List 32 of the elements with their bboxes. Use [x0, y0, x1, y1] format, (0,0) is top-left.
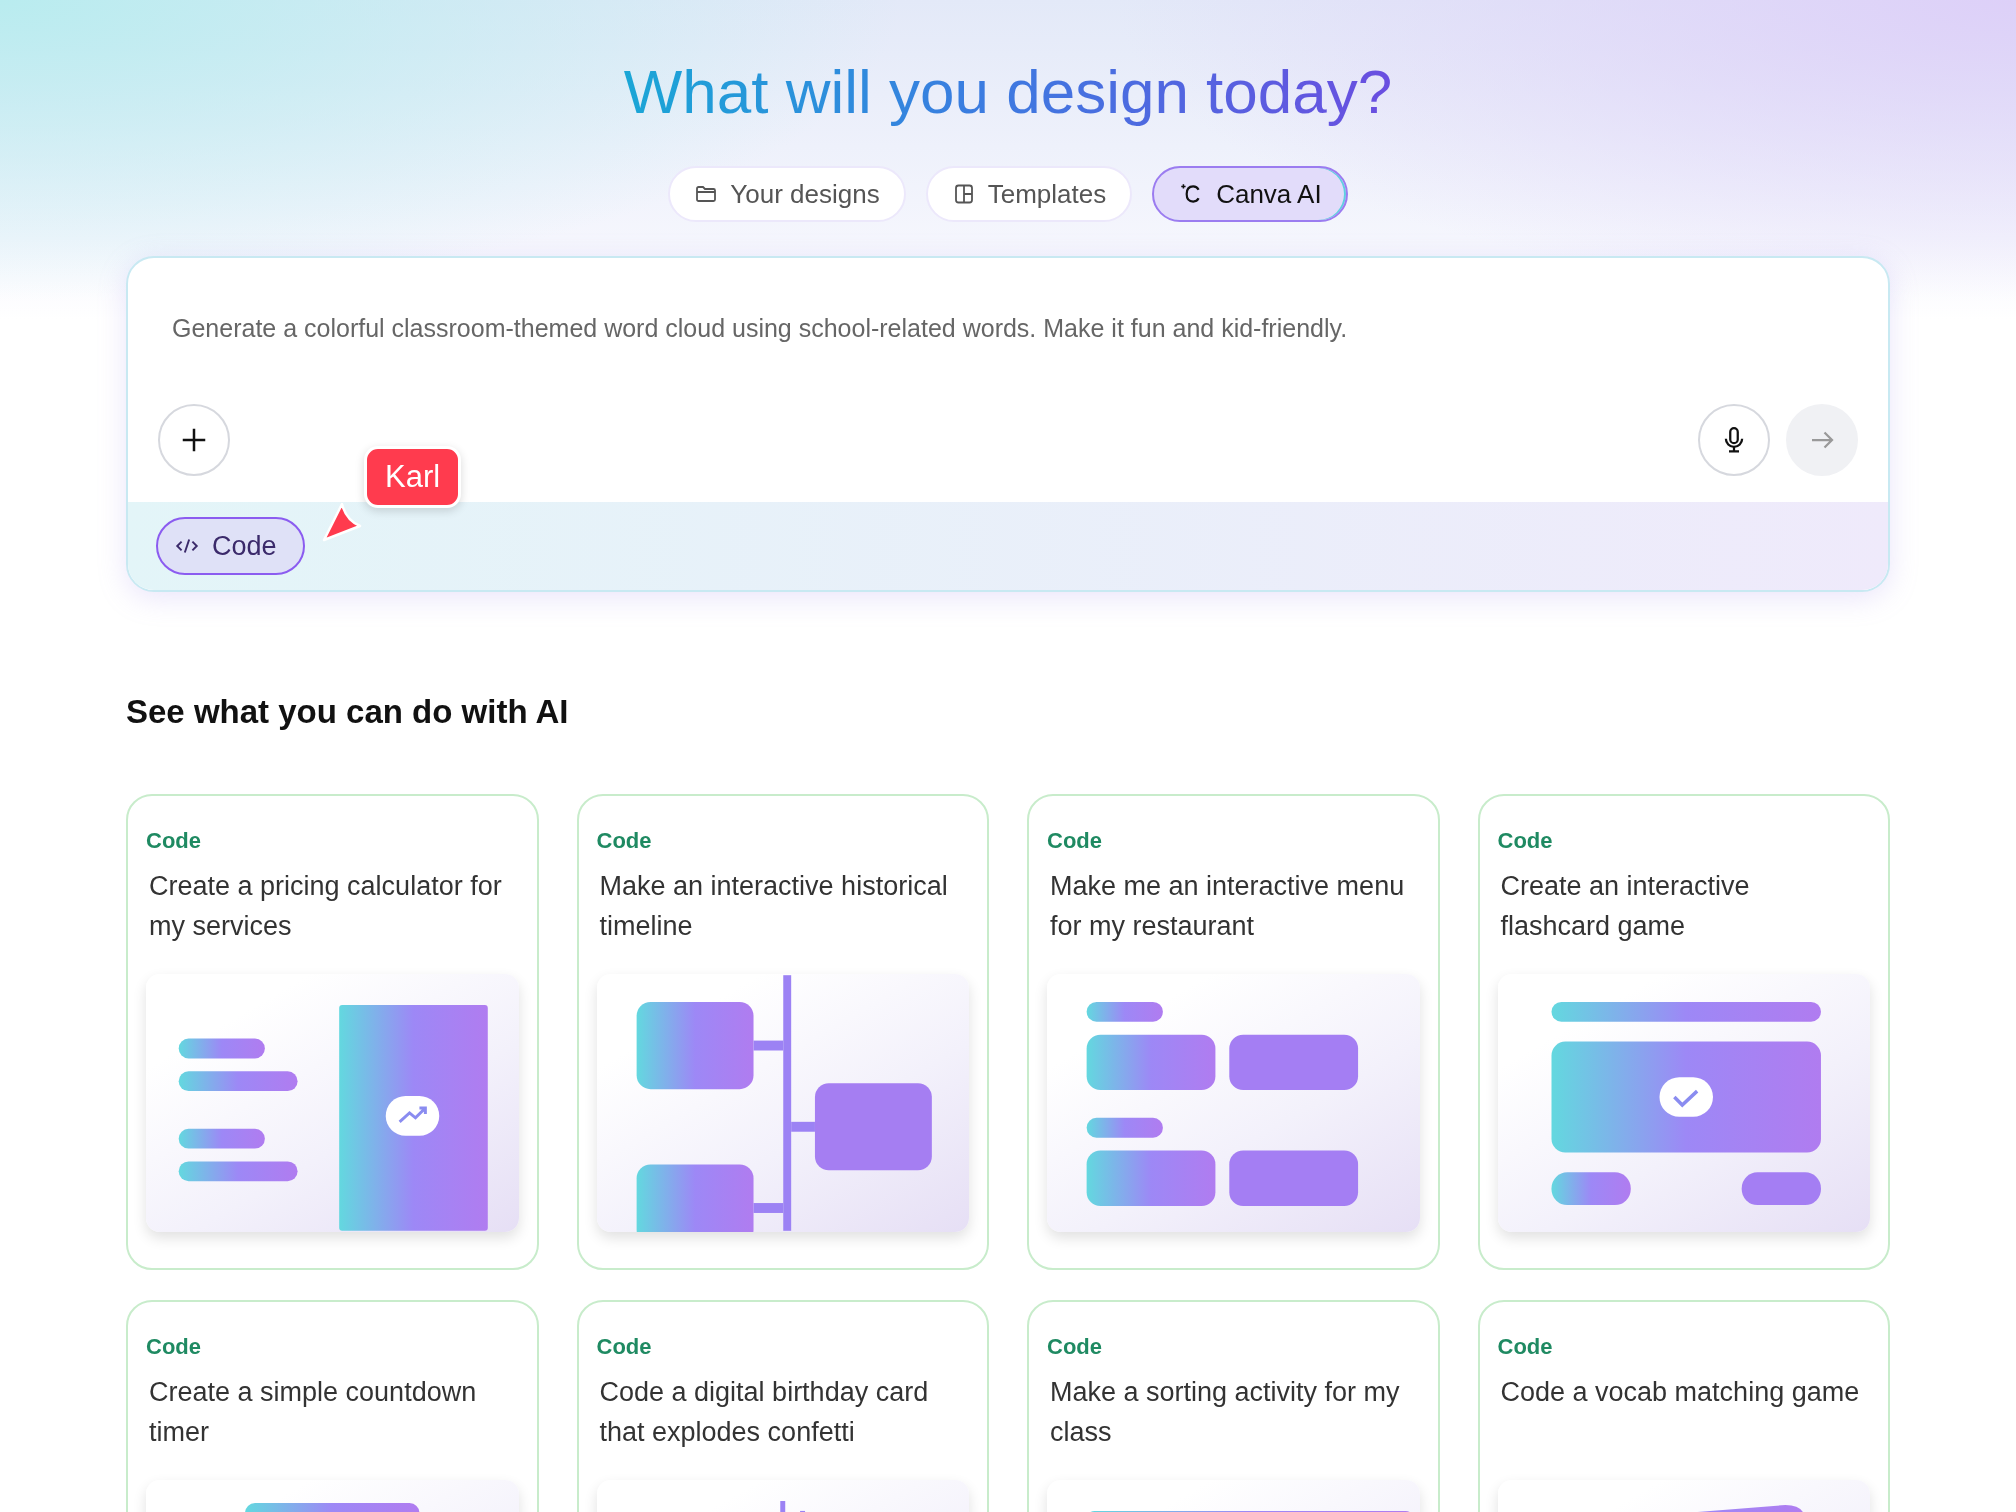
card-text: Create a pricing calculator for my services — [149, 870, 503, 943]
suggestion-card[interactable]: Code Make a sorting activity for my class — [1027, 1300, 1440, 1512]
card-tag: Code — [1497, 1332, 1870, 1362]
code-chip[interactable]: Code — [156, 517, 305, 575]
tab[interactable]: Your designs — [668, 166, 906, 222]
suggestion-card[interactable]: Code Create an interactive flashcard game — [1477, 794, 1890, 1270]
card-tag: Code — [596, 826, 969, 856]
prompt-field[interactable]: Generate a colorful classroom-themed word cloud using school-related words. Make it fun and kid-friendly. — [158, 314, 1858, 364]
card-tag: Code — [1047, 826, 1420, 856]
suggestion-card[interactable]: Code Make an interactive historical timeline — [576, 794, 989, 1270]
collaborator-name-tag: Karl — [364, 446, 462, 508]
suggestion-card[interactable]: Code Create a simple countdown timer — [126, 1300, 539, 1512]
tab[interactable]: Canva AI — [1152, 166, 1348, 222]
card-text: Code a vocab matching game — [1500, 1376, 1861, 1409]
card-tag: Code — [146, 826, 519, 856]
suggestion-card[interactable]: Code Code a vocab matching game — [1477, 1300, 1890, 1512]
card-tag: Code — [596, 1332, 969, 1362]
suggestion-card[interactable]: Code Create a pricing calculator for my services — [126, 794, 539, 1270]
card-text: Make a sorting activity for my class — [1050, 1376, 1401, 1449]
suggestion-card[interactable]: Code Code a digital birthday card that explodes confetti — [576, 1300, 989, 1512]
card-text: Make an interactive historical timeline — [599, 870, 949, 943]
card-text: Create an interactive flashcard game — [1500, 870, 1751, 943]
section-heading: See what you can do with AI — [126, 692, 570, 732]
card-text: Create a simple countdown timer — [149, 1376, 478, 1449]
card-tag: Code — [1047, 1332, 1420, 1362]
suggestion-card[interactable]: Code Make me an interactive menu for my restaurant — [1027, 794, 1440, 1270]
card-tag: Code — [146, 1332, 519, 1362]
card-tag: Code — [1497, 826, 1870, 856]
card-text: Code a digital birthday card that explodes confetti — [599, 1376, 930, 1449]
pointer-icon — [320, 500, 364, 544]
tab[interactable]: Templates — [925, 166, 1133, 222]
card-text: Make me an interactive menu for my restaurant — [1050, 870, 1406, 943]
